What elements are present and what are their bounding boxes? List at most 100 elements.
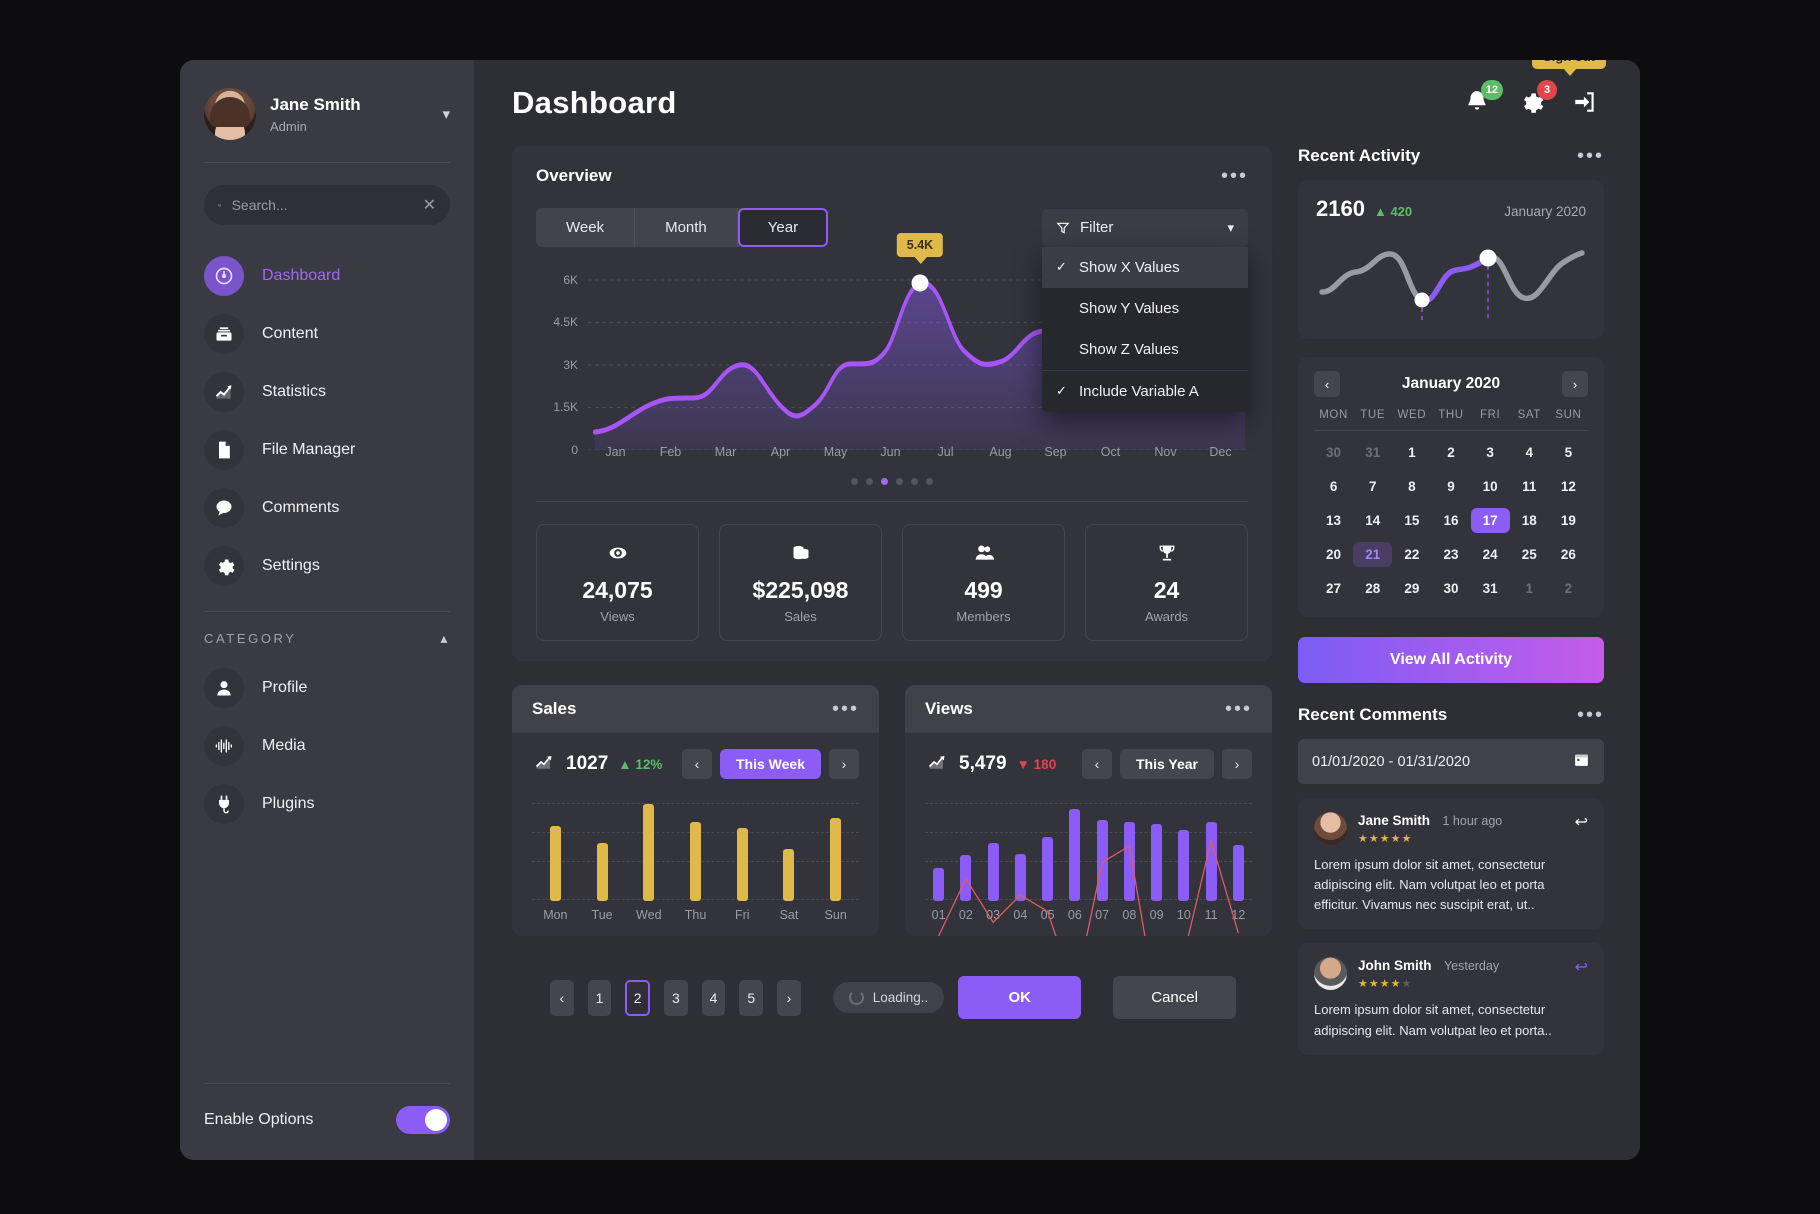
menu-item-show-x-values[interactable]: ✓ Show X Values: [1042, 246, 1248, 288]
pagination-prev[interactable]: ‹: [550, 979, 574, 1016]
pagination-page-4[interactable]: 4: [701, 979, 726, 1016]
search-input[interactable]: [231, 197, 413, 213]
enable-options-row[interactable]: Enable Options: [204, 1106, 450, 1134]
calendar-day[interactable]: 12: [1549, 474, 1588, 499]
date-range-input[interactable]: 01/01/2020 - 01/31/2020: [1298, 739, 1604, 784]
bar[interactable]: [596, 842, 608, 901]
comment-item[interactable]: Jane Smith 1 hour ago ★★★★★ ↩ Lorem ipsu…: [1298, 798, 1604, 930]
calendar-day[interactable]: 9: [1431, 474, 1470, 499]
tab-month[interactable]: Month: [635, 208, 738, 247]
bar[interactable]: [643, 804, 655, 901]
reply-icon[interactable]: ↩: [1575, 812, 1588, 832]
pagination-page-5[interactable]: 5: [739, 979, 764, 1016]
views-range-label[interactable]: This Year: [1119, 749, 1214, 779]
sales-range-label[interactable]: This Week: [720, 749, 821, 779]
calendar-day[interactable]: 25: [1510, 542, 1549, 567]
overview-more-icon[interactable]: •••: [1221, 166, 1248, 186]
calendar-day[interactable]: 1: [1392, 440, 1431, 465]
calendar-day[interactable]: 31: [1353, 440, 1392, 465]
stat-card-sales[interactable]: $225,098 Sales: [719, 524, 882, 641]
tab-week[interactable]: Week: [536, 208, 636, 247]
carousel-dot[interactable]: [926, 478, 933, 485]
calendar-day[interactable]: 22: [1392, 542, 1431, 567]
calendar-day[interactable]: 14: [1353, 508, 1392, 533]
sidebar-item-file-manager[interactable]: File Manager: [180, 421, 474, 479]
carousel-dots[interactable]: [536, 478, 1248, 485]
calendar-day[interactable]: 2: [1431, 440, 1470, 465]
user-profile[interactable]: Jane Smith Admin ▾: [180, 60, 474, 162]
calendar-day[interactable]: 24: [1471, 542, 1510, 567]
sidebar-item-profile[interactable]: Profile: [180, 659, 474, 717]
calendar-icon[interactable]: [1573, 751, 1590, 772]
bar[interactable]: [783, 849, 795, 901]
calendar-day[interactable]: 2: [1549, 576, 1588, 601]
sales-prev-button[interactable]: ‹: [682, 749, 712, 779]
calendar-day[interactable]: 15: [1392, 508, 1431, 533]
sidebar-item-content[interactable]: Content: [180, 305, 474, 363]
calendar-day[interactable]: 29: [1392, 576, 1431, 601]
clear-search-icon[interactable]: ✕: [423, 195, 436, 215]
views-more-icon[interactable]: •••: [1225, 699, 1252, 719]
recent-activity-more-icon[interactable]: •••: [1577, 146, 1604, 166]
settings-button[interactable]: 3: [1518, 80, 1557, 117]
calendar-day[interactable]: 10: [1471, 474, 1510, 499]
bar[interactable]: [690, 821, 702, 901]
chevron-down-icon[interactable]: ▾: [442, 105, 450, 123]
pagination-page-3[interactable]: 3: [664, 979, 688, 1016]
pagination-next[interactable]: ›: [777, 979, 801, 1016]
bar[interactable]: [549, 826, 561, 901]
sidebar-item-comments[interactable]: Comments: [180, 479, 474, 537]
calendar-next-button[interactable]: ›: [1562, 371, 1588, 397]
category-header[interactable]: CATEGORY ▴: [204, 611, 450, 647]
view-all-activity-button[interactable]: View All Activity: [1298, 637, 1604, 683]
sales-next-button[interactable]: ›: [829, 749, 859, 779]
calendar-day[interactable]: 1: [1510, 576, 1549, 601]
sidebar-item-plugins[interactable]: Plugins: [180, 775, 474, 833]
calendar-day[interactable]: 30: [1431, 576, 1470, 601]
ok-button[interactable]: OK: [958, 976, 1082, 1019]
calendar-day[interactable]: 16: [1431, 508, 1470, 533]
filter-button[interactable]: Filter ▾: [1042, 208, 1248, 247]
carousel-dot[interactable]: [851, 478, 858, 485]
carousel-dot[interactable]: [896, 478, 903, 485]
sidebar-item-dashboard[interactable]: Dashboard: [180, 247, 474, 305]
views-prev-button[interactable]: ‹: [1081, 749, 1112, 779]
sidebar-item-statistics[interactable]: Statistics: [180, 363, 474, 421]
calendar-day[interactable]: 7: [1353, 474, 1392, 499]
calendar-day[interactable]: 27: [1314, 576, 1353, 601]
enable-options-toggle[interactable]: [396, 1106, 450, 1134]
menu-item-show-y-values[interactable]: Show Y Values: [1042, 288, 1248, 329]
calendar-day[interactable]: 5: [1549, 440, 1588, 465]
chevron-up-icon[interactable]: ▴: [440, 630, 450, 647]
menu-item-include-variable-a[interactable]: ✓ Include Variable A: [1042, 371, 1248, 412]
calendar-day-selected[interactable]: 17: [1470, 508, 1510, 533]
sales-more-icon[interactable]: •••: [832, 699, 859, 719]
calendar-day[interactable]: 19: [1549, 508, 1588, 533]
comment-item[interactable]: John Smith Yesterday ★★★★★ ↩ Lorem ipsum…: [1298, 943, 1604, 1055]
stat-card-awards[interactable]: 24 Awards: [1085, 524, 1248, 641]
pagination-page-1[interactable]: 1: [587, 979, 612, 1016]
calendar-day[interactable]: 3: [1471, 440, 1510, 465]
calendar-prev-button[interactable]: ‹: [1314, 371, 1340, 397]
calendar-day[interactable]: 4: [1510, 440, 1549, 465]
views-next-button[interactable]: ›: [1222, 749, 1252, 779]
carousel-dot[interactable]: [866, 478, 873, 485]
reply-icon[interactable]: ↩: [1575, 957, 1588, 977]
carousel-dot[interactable]: [911, 478, 918, 485]
calendar-day[interactable]: 8: [1392, 474, 1431, 499]
stat-card-views[interactable]: 24,075 Views: [536, 524, 699, 641]
calendar-day[interactable]: 6: [1314, 474, 1353, 499]
sidebar-item-media[interactable]: Media: [180, 717, 474, 775]
calendar-day[interactable]: 11: [1510, 474, 1549, 499]
pagination-page-2[interactable]: 2: [625, 979, 651, 1016]
calendar-day[interactable]: 28: [1353, 576, 1392, 601]
recent-comments-more-icon[interactable]: •••: [1577, 705, 1604, 725]
notifications-button[interactable]: 12: [1464, 80, 1503, 117]
bar[interactable]: [736, 828, 748, 901]
calendar-day[interactable]: 20: [1314, 542, 1353, 567]
calendar-day[interactable]: 13: [1314, 508, 1353, 533]
menu-item-show-z-values[interactable]: Show Z Values: [1042, 329, 1248, 370]
carousel-dot-active[interactable]: [881, 478, 888, 485]
calendar-day[interactable]: 23: [1431, 542, 1470, 567]
bar[interactable]: [830, 817, 842, 901]
